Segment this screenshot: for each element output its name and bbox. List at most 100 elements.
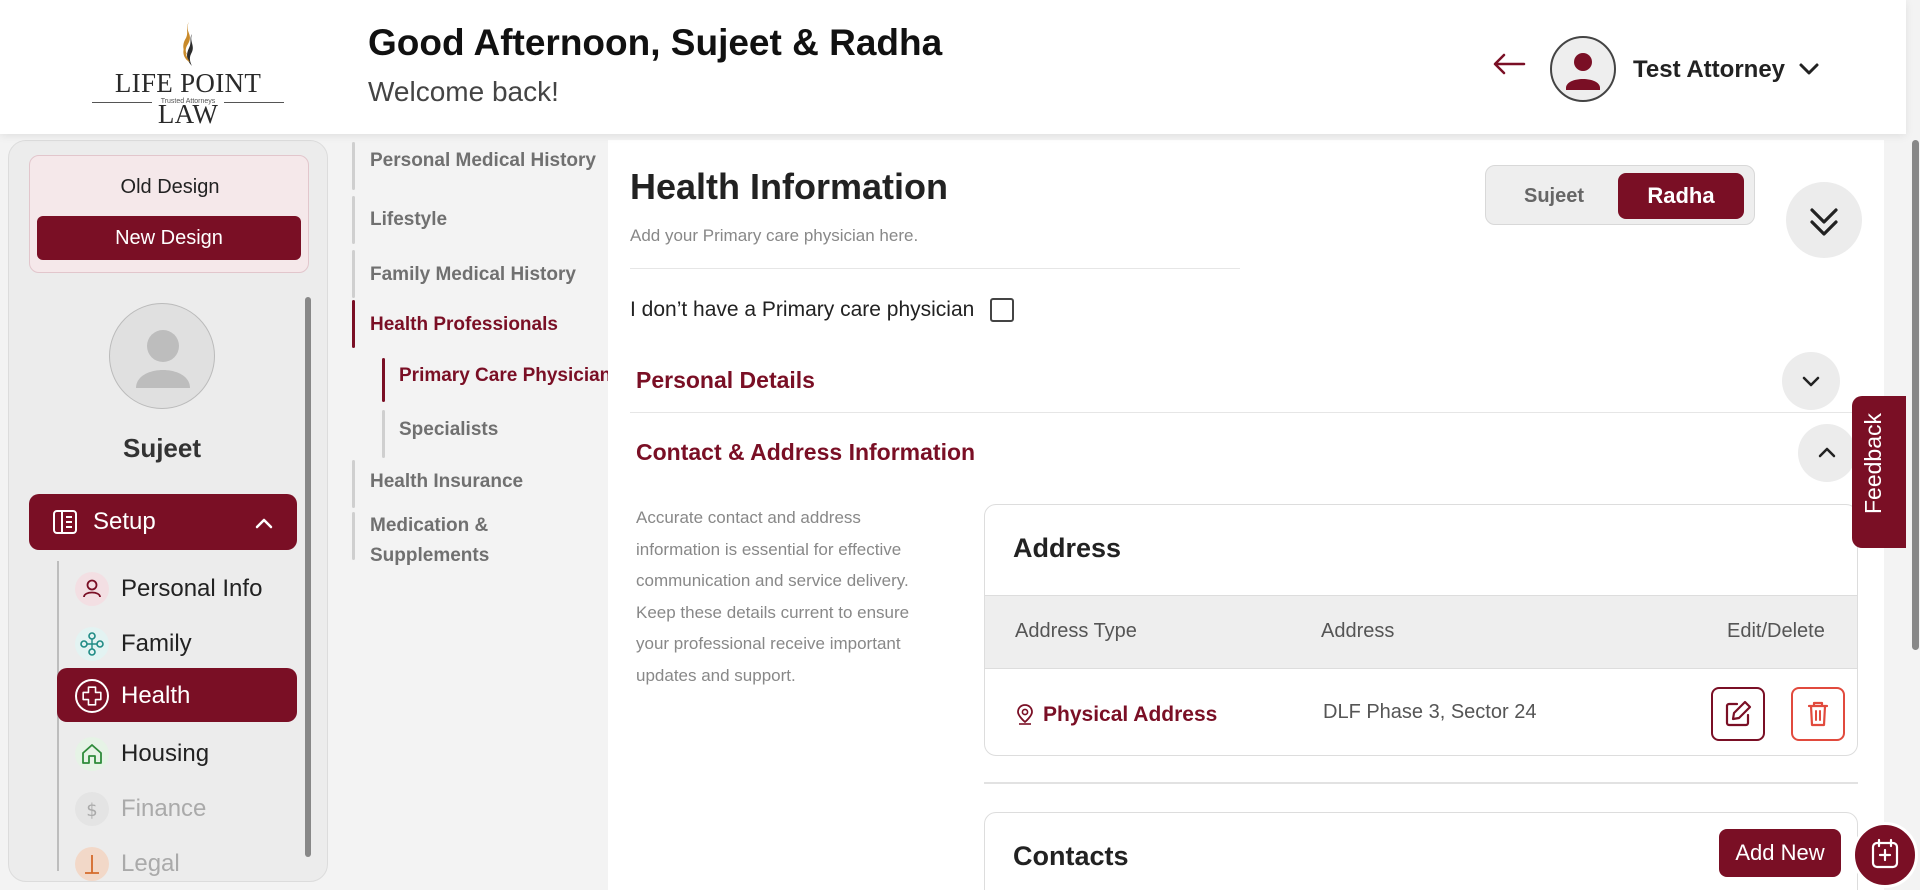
personal-details-heading[interactable]: Personal Details: [636, 367, 815, 394]
sidebar-item-label: Finance: [121, 795, 207, 822]
new-design-button[interactable]: New Design: [37, 216, 301, 260]
location-pin-icon: [1017, 704, 1033, 725]
subnav-indicator: [352, 250, 355, 298]
setup-menu-button[interactable]: Setup: [29, 494, 297, 550]
feedback-tab[interactable]: Feedback: [1852, 396, 1906, 548]
address-title: Address: [1013, 533, 1122, 563]
sidebar-item-finance[interactable]: $ Finance: [57, 781, 297, 835]
section-divider: [630, 412, 1862, 413]
subnav-personal-medical-history[interactable]: Personal Medical History: [370, 150, 596, 172]
address-table-header: Address Type Address Edit/Delete: [985, 595, 1857, 669]
page-subtitle: Add your Primary care physician here.: [630, 226, 919, 245]
top-header: LIFE POINT LAW Trusted Attorneys Good Af…: [0, 0, 1906, 134]
toggle-sujeet[interactable]: Sujeet: [1496, 174, 1612, 218]
flame-logo-icon: [183, 22, 193, 66]
sidebar-item-housing[interactable]: Housing: [57, 726, 297, 780]
dollar-icon: $: [75, 792, 109, 826]
subnav-indicator: [352, 460, 355, 508]
family-icon: [75, 627, 109, 661]
contact-description: Accurate contact and address information…: [636, 508, 910, 685]
person-icon: [75, 572, 109, 606]
subnav-health-insurance[interactable]: Health Insurance: [370, 471, 523, 493]
arrow-left-icon[interactable]: [1492, 52, 1526, 76]
chevron-up-icon: [255, 518, 273, 529]
subnav-indicator-active: [352, 300, 355, 348]
sidebar-item-label: Family: [121, 630, 192, 657]
title-divider: [630, 268, 1240, 269]
setup-label: Setup: [93, 508, 156, 535]
table-row: Physical Address DLF Phase 3, Sector 24: [985, 669, 1857, 755]
setup-book-icon: [53, 510, 77, 534]
design-switcher: Old Design New Design: [29, 155, 309, 273]
quick-add-button[interactable]: [1852, 822, 1918, 888]
personal-details-expand-button[interactable]: [1782, 352, 1840, 410]
calendar-plus-icon: [1871, 838, 1899, 869]
sidebar-scrollbar[interactable]: [305, 297, 311, 857]
chevron-down-icon[interactable]: [1796, 56, 1822, 82]
legal-icon: [75, 847, 109, 881]
address-type-cell: Physical Address: [1015, 703, 1217, 727]
chevron-down-icon: [1802, 376, 1820, 387]
profile-name: Sujeet: [122, 433, 202, 463]
sidebar-item-label: Personal Info: [121, 575, 263, 602]
no-pcp-checkbox[interactable]: [990, 298, 1014, 322]
home-icon: [75, 737, 109, 771]
subnav-primary-care-physician[interactable]: Primary Care Physician: [399, 365, 611, 387]
sidebar-item-personal-info[interactable]: Personal Info: [57, 561, 297, 615]
double-chevron-down-icon: [1810, 208, 1838, 236]
sidebar-item-legal[interactable]: Legal: [57, 836, 297, 881]
subnav-specialists[interactable]: Specialists: [399, 419, 498, 441]
sidebar-item-family[interactable]: Family: [57, 616, 297, 670]
subnav-health-professionals[interactable]: Health Professionals: [370, 314, 558, 336]
subnav-indicator: [382, 410, 385, 458]
column-edit-delete: Edit/Delete: [1727, 620, 1825, 642]
delete-address-button[interactable]: [1791, 687, 1845, 741]
contact-address-collapse-button[interactable]: [1798, 424, 1856, 482]
subnav-medication[interactable]: Medication &: [370, 515, 488, 537]
trash-icon: [1807, 701, 1829, 727]
edit-address-button[interactable]: [1711, 687, 1765, 741]
sidebar-item-label: Housing: [121, 740, 210, 767]
user-avatar-icon: [1566, 53, 1600, 90]
logo-divider-right: [224, 102, 284, 103]
profile-avatar: [109, 303, 215, 409]
address-type-text: Physical Address: [1043, 703, 1218, 726]
contacts-title: Contacts: [1013, 841, 1129, 871]
address-card: Address Address Type Address Edit/Delete…: [984, 504, 1858, 756]
page-title: Health Information: [630, 166, 949, 207]
chevron-up-icon: [1818, 447, 1836, 458]
collapse-all-button[interactable]: [1786, 182, 1862, 258]
user-avatar[interactable]: [1550, 36, 1616, 102]
welcome-subtitle: Welcome back!: [368, 76, 559, 107]
old-design-button[interactable]: Old Design: [30, 176, 310, 199]
column-address: Address: [1321, 620, 1395, 642]
main-panel: Health Information Add your Primary care…: [608, 140, 1884, 890]
edit-icon: [1725, 700, 1752, 727]
profile-placeholder-icon: [136, 330, 190, 388]
subnav-supplements[interactable]: Supplements: [370, 545, 489, 567]
no-pcp-label: I don’t have a Primary care physician: [630, 298, 975, 321]
spouse-toggle: Sujeet Radha: [1485, 165, 1755, 225]
page-scrollbar[interactable]: [1912, 140, 1919, 650]
health-cross-icon: [75, 679, 109, 713]
address-value-cell: DLF Phase 3, Sector 24: [1323, 701, 1537, 723]
card-separator: [984, 782, 1858, 784]
svg-text:$: $: [86, 800, 97, 821]
subnav-family-medical-history[interactable]: Family Medical History: [370, 264, 576, 286]
subnav-indicator: [352, 196, 355, 244]
sidebar-item-label: Legal: [121, 850, 180, 877]
subnav-lifestyle[interactable]: Lifestyle: [370, 209, 447, 231]
contacts-card: Contacts Add New: [984, 812, 1858, 890]
life-point-law-logo[interactable]: LIFE POINT LAW Trusted Attorneys: [86, 20, 290, 129]
user-name[interactable]: Test Attorney: [1633, 56, 1785, 84]
add-new-contact-button[interactable]: Add New: [1719, 829, 1841, 877]
sidebar-item-health[interactable]: Health: [57, 668, 297, 722]
subnav-indicator: [352, 142, 355, 190]
toggle-radha[interactable]: Radha: [1618, 173, 1744, 219]
health-subnav: Personal Medical History Lifestyle Famil…: [340, 140, 612, 882]
sidebar-item-label: Health: [121, 682, 191, 709]
contact-address-heading[interactable]: Contact & Address Information: [636, 439, 975, 466]
left-sidebar: Old Design New Design Sujeet Setup Perso…: [8, 140, 328, 882]
subnav-indicator-active: [382, 358, 385, 402]
column-address-type: Address Type: [1015, 620, 1137, 642]
